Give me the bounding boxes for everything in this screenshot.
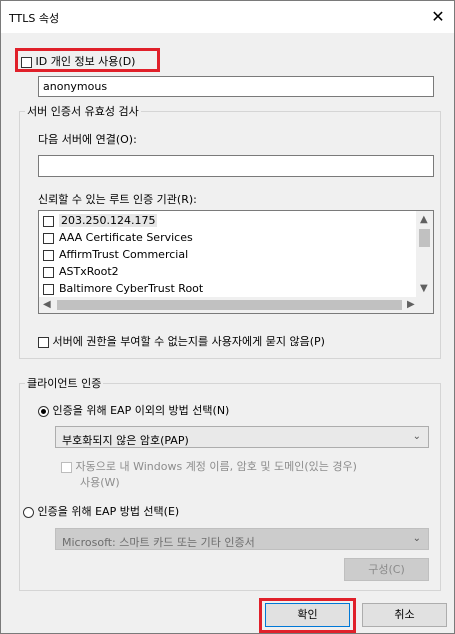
client-auth-legend: 클라이언트 인증 <box>25 375 104 391</box>
identity-privacy-checkbox-box[interactable] <box>21 56 32 68</box>
eap-method-radio-button[interactable] <box>23 506 34 518</box>
configure-button[interactable]: 구성(C) <box>344 558 429 581</box>
non-eap-method-value: 부호화되지 않은 암호(PAP) <box>62 434 189 447</box>
connect-to-servers-input[interactable] <box>38 155 434 177</box>
root-ca-name: AffirmTrust Commercial <box>59 248 189 261</box>
identity-input[interactable]: anonymous <box>38 76 434 97</box>
root-ca-item[interactable]: AffirmTrust Commercial <box>43 248 188 265</box>
root-ca-checkbox[interactable] <box>43 249 54 261</box>
auto-windows-credentials-label-line2: 사용(W) <box>80 476 120 489</box>
ttls-properties-dialog: TTLS 속성 ✕ ID 개인 정보 사용(D) anonymous 서버 인증… <box>0 0 455 634</box>
cancel-button[interactable]: 취소 <box>362 603 447 627</box>
identity-input-value: anonymous <box>43 80 108 93</box>
auto-windows-credentials-checkbox[interactable]: 자동으로 내 Windows 계정 이름, 암호 및 도메인(있는 경우) <box>61 458 357 474</box>
chevron-down-icon: ⌄ <box>412 431 421 442</box>
root-ca-checkbox[interactable] <box>43 266 54 278</box>
root-ca-checkbox[interactable] <box>43 232 54 244</box>
root-ca-name: AAA Certificate Services <box>59 231 193 244</box>
server-validation-legend: 서버 인증서 유효성 검사 <box>25 103 141 119</box>
auto-windows-credentials-checkbox-box[interactable] <box>61 461 72 473</box>
root-ca-name: 203.250.124.175 <box>59 214 158 227</box>
auto-windows-credentials-label-line1: 자동으로 내 Windows 계정 이름, 암호 및 도메인(있는 경우) <box>75 460 357 473</box>
no-prompt-label: 서버에 권한을 부여할 수 없는지를 사용자에게 묻지 않음(P) <box>52 335 325 348</box>
no-prompt-checkbox-box[interactable] <box>38 336 49 348</box>
root-ca-checkbox[interactable] <box>43 283 54 295</box>
scroll-left-icon[interactable]: ◀ <box>43 300 51 310</box>
scroll-right-icon[interactable]: ▶ <box>407 300 415 310</box>
identity-privacy-label: ID 개인 정보 사용(D) <box>35 55 136 68</box>
eap-method-radio[interactable]: 인증을 위해 EAP 방법 선택(E) <box>23 503 179 519</box>
root-ca-checkbox[interactable] <box>43 215 54 227</box>
non-eap-radio-button[interactable] <box>38 405 49 417</box>
root-ca-item[interactable]: 203.250.124.175 <box>43 214 158 231</box>
no-prompt-checkbox[interactable]: 서버에 권한을 부여할 수 없는지를 사용자에게 묻지 않음(P) <box>38 333 325 349</box>
ok-button[interactable]: 확인 <box>265 603 350 627</box>
window-title: TTLS 속성 <box>9 12 60 25</box>
non-eap-radio[interactable]: 인증을 위해 EAP 이외의 방법 선택(N) <box>38 402 229 418</box>
non-eap-label: 인증을 위해 EAP 이외의 방법 선택(N) <box>52 404 230 417</box>
root-ca-item[interactable]: ASTxRoot2 <box>43 265 119 282</box>
non-eap-method-select[interactable]: 부호화되지 않은 암호(PAP) ⌄ <box>55 426 429 448</box>
root-ca-item[interactable]: AAA Certificate Services <box>43 231 193 248</box>
chevron-down-icon: ⌄ <box>412 533 421 544</box>
scroll-up-icon[interactable]: ▲ <box>420 215 428 225</box>
root-ca-name: ASTxRoot2 <box>59 265 119 278</box>
close-icon[interactable]: ✕ <box>428 7 448 27</box>
scroll-down-icon[interactable]: ▼ <box>420 284 428 294</box>
trusted-root-ca-label: 신뢰할 수 있는 루트 인증 기관(R): <box>38 193 197 206</box>
eap-method-value: Microsoft: 스마트 카드 또는 기타 인증서 <box>62 536 255 549</box>
title-bar: TTLS 속성 ✕ <box>1 1 454 33</box>
trusted-root-ca-list[interactable]: 203.250.124.175 AAA Certificate Services… <box>38 210 434 314</box>
horizontal-scroll-thumb[interactable] <box>57 300 402 310</box>
vertical-scroll-thumb[interactable] <box>419 229 430 247</box>
root-ca-name: Baltimore CyberTrust Root <box>59 282 204 295</box>
connect-to-servers-label: 다음 서버에 연결(O): <box>38 133 137 146</box>
eap-method-label: 인증을 위해 EAP 방법 선택(E) <box>37 505 180 518</box>
eap-method-select[interactable]: Microsoft: 스마트 카드 또는 기타 인증서 ⌄ <box>55 528 429 550</box>
vertical-scrollbar[interactable]: ▲ ▼ <box>416 211 433 298</box>
horizontal-scrollbar[interactable]: ◀ ▶ <box>39 297 433 313</box>
identity-privacy-checkbox[interactable]: ID 개인 정보 사용(D) <box>21 53 135 69</box>
